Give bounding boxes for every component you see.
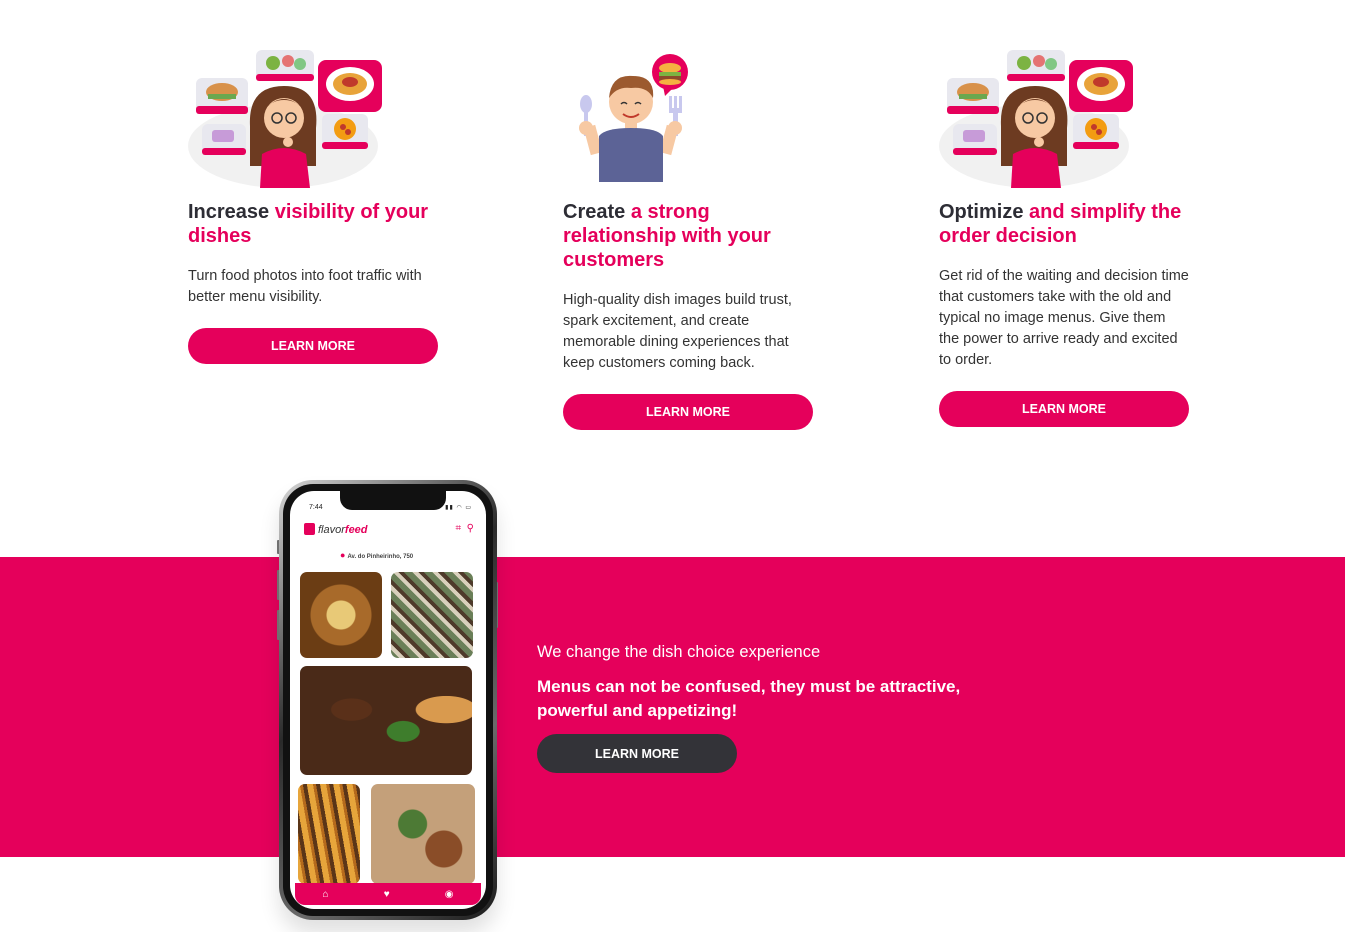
heart-icon[interactable]: ♥ (384, 889, 390, 900)
girl-thinking-food-icon (188, 46, 388, 188)
girl-thinking-food-icon (939, 46, 1139, 188)
feature-title: Create a strong relationship with your c… (563, 201, 771, 271)
feature-description: Turn food photos into foot traffic with … (188, 268, 422, 305)
feature-title: Optimize and simplify the order decision (939, 201, 1182, 247)
learn-more-button[interactable]: LEARN MORE (939, 391, 1189, 427)
promo-subtitle: We change the dish choice experience (537, 643, 821, 661)
feature-card-relationship: Create a strong relationship with your c… (563, 46, 823, 430)
phone-screen: 7:44 ▮▮ ◠ ▭ flavorfeed ⌗ ⚲ ● Av. do Pinhe… (290, 491, 486, 909)
app-tab-bar: ⌂ ♥ ◉ (295, 883, 481, 905)
profile-icon[interactable]: ◉ (445, 889, 454, 900)
home-icon[interactable]: ⌂ (323, 889, 329, 900)
logo-mark-icon (304, 523, 315, 535)
status-icons: ▮▮ ◠ ▭ (445, 505, 472, 511)
feature-description: Get rid of the waiting and decision time… (939, 268, 1189, 368)
status-time: 7:44 (309, 504, 323, 511)
dish-photo[interactable] (371, 784, 475, 884)
location-pin-icon: ● (340, 550, 346, 560)
man-with-fork-spoon-icon (563, 46, 763, 188)
app-logo: flavorfeed (304, 523, 368, 536)
phone-mockup: 7:44 ▮▮ ◠ ▭ flavorfeed ⌗ ⚲ ● Av. do Pinhe… (279, 480, 497, 920)
feature-card-optimize: Optimize and simplify the order decision… (939, 46, 1199, 427)
scan-icon[interactable]: ⌗ (455, 523, 461, 534)
dish-photo[interactable] (300, 666, 472, 775)
promo-headline: Menus can not be confused, they must be … (537, 677, 961, 720)
feature-title: Increase visibility of your dishes (188, 201, 429, 247)
learn-more-button[interactable]: LEARN MORE (188, 328, 438, 364)
dish-photo[interactable] (298, 784, 360, 884)
search-icon[interactable]: ⚲ (467, 523, 474, 534)
feature-card-visibility: Increase visibility of your dishes Turn … (188, 46, 448, 364)
phone-notch (340, 491, 446, 510)
dish-photo[interactable] (300, 572, 382, 658)
location: ● Av. do Pinheirinho, 750 (340, 550, 414, 560)
app-top-icons: ⌗ ⚲ (455, 523, 474, 534)
learn-more-button[interactable]: LEARN MORE (563, 394, 813, 430)
learn-more-button[interactable]: LEARN MORE (537, 734, 737, 773)
promo-content: We change the dish choice experience Men… (537, 642, 997, 773)
feature-description: High-quality dish images build trust, sp… (563, 292, 792, 371)
dish-photo[interactable] (391, 572, 473, 658)
